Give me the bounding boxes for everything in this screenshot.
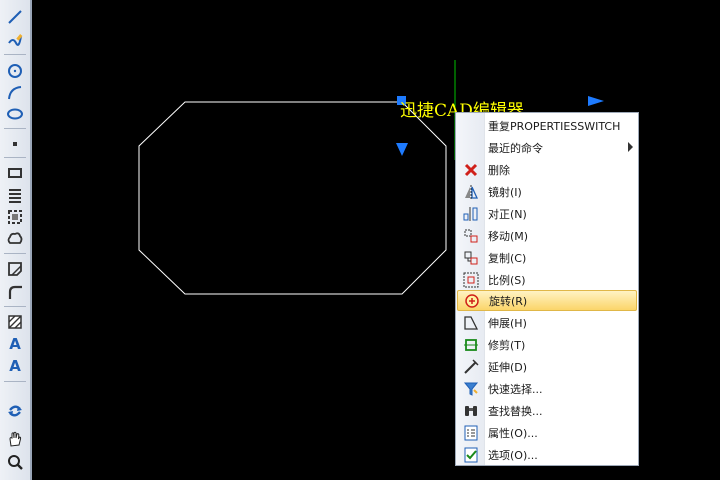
single-text-icon[interactable]: A [5, 357, 25, 375]
menu-item-label: 查找替换... [488, 404, 543, 418]
menu-item-label: 删除 [488, 163, 510, 177]
menu-item-label: 属性(O)... [488, 426, 538, 440]
rotate-icon [458, 290, 485, 311]
toolbar-divider [4, 306, 26, 307]
cloud-icon[interactable] [5, 230, 25, 248]
menu-item-properties[interactable]: 属性(O)... [457, 422, 637, 443]
menu-item-label: 移动(M) [488, 229, 529, 243]
menu-item-extend[interactable]: 延伸(D) [457, 356, 637, 377]
menu-item-trim[interactable]: 修剪(T) [457, 334, 637, 355]
submenu-arrow-icon [628, 142, 633, 152]
menu-item-stretch[interactable]: 伸展(H) [457, 312, 637, 333]
menu-item-label: 重复PROPERTIESSWITCH [488, 119, 621, 133]
rectangle-icon[interactable] [5, 164, 25, 182]
menu-item-label: 最近的命令 [488, 141, 543, 155]
menu-item-quick-select[interactable]: 快速选择... [457, 378, 637, 399]
zoom-icon[interactable] [5, 453, 25, 471]
menu-item-recent-commands[interactable]: 最近的命令 [457, 137, 637, 158]
menu-item-scale[interactable]: 比例(S) [457, 269, 637, 290]
arc-icon[interactable] [5, 84, 25, 102]
toolbar-divider [4, 381, 26, 382]
quick-select-funnel-icon [457, 378, 484, 399]
trim-icon [457, 334, 484, 355]
menu-item-label: 镜射(I) [488, 185, 522, 199]
hatch-icon[interactable] [5, 313, 25, 331]
octagon-shape[interactable] [138, 101, 447, 295]
menu-item-move[interactable]: 移动(M) [457, 225, 637, 246]
pencil-polyline-icon[interactable] [5, 31, 25, 49]
align-icon [457, 203, 484, 224]
menu-item-label: 快速选择... [488, 382, 543, 396]
menu-item-repeat-command[interactable]: 重复PROPERTIESSWITCH [457, 115, 637, 136]
grip-arrow-right[interactable] [588, 96, 604, 106]
multiline-text-icon[interactable]: A [5, 335, 25, 353]
menu-item-label: 对正(N) [488, 207, 527, 221]
stretch-icon [457, 312, 484, 333]
copy-icon [457, 247, 484, 268]
undo-redo-icon[interactable] [5, 402, 25, 420]
toolbar-divider [4, 157, 26, 158]
menu-item-label: 选项(O)... [488, 448, 538, 462]
scale-icon [457, 269, 484, 290]
menu-item-align[interactable]: 对正(N) [457, 203, 637, 224]
menu-item-delete[interactable]: 删除 [457, 159, 637, 180]
draw-toolbar: A A [0, 0, 32, 480]
context-menu: 重复PROPERTIESSWITCH 最近的命令 删除 镜射(I) 对正(N) … [455, 112, 639, 466]
ellipse-icon[interactable] [5, 105, 25, 123]
circle-icon[interactable] [5, 62, 25, 80]
menu-item-find-replace[interactable]: 查找替换... [457, 400, 637, 421]
delete-x-icon [457, 159, 484, 180]
point-icon[interactable] [5, 135, 25, 153]
menu-item-label: 旋转(R) [489, 294, 528, 308]
line-icon[interactable] [5, 8, 25, 26]
toolbar-divider [4, 128, 26, 129]
menu-item-rotate[interactable]: 旋转(R) [457, 290, 637, 311]
toolbar-divider [4, 253, 26, 254]
menu-item-label: 延伸(D) [488, 360, 528, 374]
menu-item-copy[interactable]: 复制(C) [457, 247, 637, 268]
properties-icon [457, 422, 484, 443]
fillet-icon[interactable] [5, 283, 25, 301]
menu-item-label: 复制(C) [488, 251, 527, 265]
menu-item-label: 比例(S) [488, 273, 526, 287]
options-icon [457, 444, 484, 465]
pan-hand-icon[interactable] [5, 430, 25, 448]
extend-icon [457, 356, 484, 377]
insert-block-icon[interactable] [5, 260, 25, 278]
mirror-icon [457, 181, 484, 202]
toolbar-divider [4, 54, 26, 55]
hatch-lines-icon[interactable] [5, 186, 25, 204]
menu-item-mirror[interactable]: 镜射(I) [457, 181, 637, 202]
menu-item-label: 伸展(H) [488, 316, 527, 330]
grip-arrow-down[interactable] [396, 143, 408, 156]
menu-item-label: 修剪(T) [488, 338, 526, 352]
region-icon[interactable] [5, 208, 25, 226]
menu-item-options[interactable]: 选项(O)... [457, 444, 637, 465]
find-binoculars-icon [457, 400, 484, 421]
move-icon [457, 225, 484, 246]
